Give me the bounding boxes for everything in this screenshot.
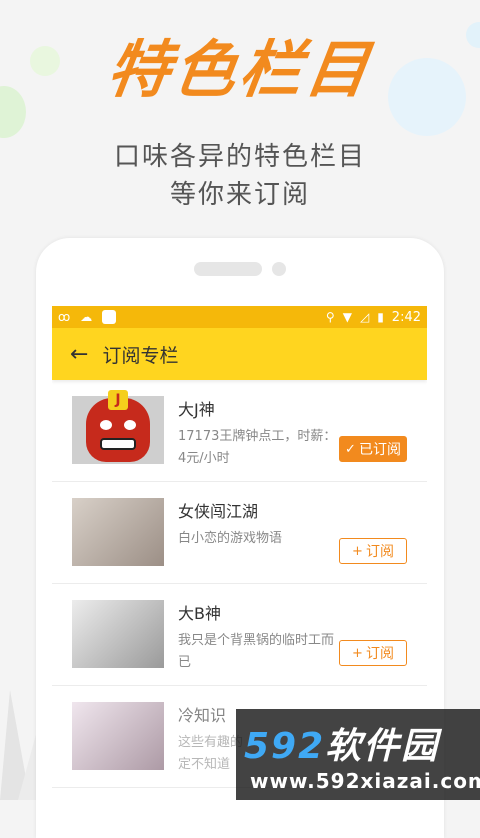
app-icon xyxy=(102,310,117,324)
app-bar: ← 订阅专栏 xyxy=(52,328,427,380)
watermark-url: www.592xiazai.com xyxy=(250,769,480,793)
button-label: 订阅 xyxy=(365,646,394,662)
item-name: 大J神 xyxy=(178,400,215,419)
no-signal-icon: ◿ xyxy=(359,310,370,324)
hero-subtitle-line2: 等你来订阅 xyxy=(169,180,310,210)
watermark: 592软件园 www.592xiazai.com xyxy=(236,709,480,800)
watermark-cn: 软件园 xyxy=(325,726,440,767)
cloud-icon: ☁ xyxy=(80,310,93,324)
list-item[interactable]: J 大J神 17173王牌钟点工，时薪：4元/小时 ✓ 已订阅 xyxy=(52,380,427,482)
arrow-left-icon[interactable]: ← xyxy=(70,342,88,367)
status-time: 2:42 xyxy=(391,309,421,325)
item-desc: 白小恋的游戏物语 xyxy=(178,531,283,546)
battery-icon: ▮ xyxy=(377,310,384,324)
subscribe-button[interactable]: + 订阅 xyxy=(339,538,407,564)
avatar: J xyxy=(72,390,164,464)
plus-icon: + xyxy=(352,543,363,559)
watermark-digits: 592 xyxy=(244,726,326,767)
item-desc: 我只是个背黑锅的临时工而已 xyxy=(178,633,335,670)
avatar xyxy=(72,498,164,566)
avatar xyxy=(72,702,164,770)
page-title: 订阅专栏 xyxy=(102,344,179,367)
item-desc: 17173王牌钟点工，时薪：4元/小时 xyxy=(178,429,337,466)
phone-camera xyxy=(272,262,286,276)
watermark-logo: 592软件园 xyxy=(244,717,480,769)
list-item[interactable]: 女侠闯江湖 白小恋的游戏物语 + 订阅 xyxy=(52,482,427,584)
subscribed-button[interactable]: ✓ 已订阅 xyxy=(339,436,407,462)
item-name: 冷知识 xyxy=(178,706,227,725)
button-label: 已订阅 xyxy=(358,442,401,458)
location-icon: ⚲ xyxy=(325,310,335,324)
phone-speaker xyxy=(194,262,262,276)
item-name: 女侠闯江湖 xyxy=(178,502,259,521)
plus-icon: + xyxy=(352,645,363,661)
button-label: 订阅 xyxy=(365,544,394,560)
hero-title: 特色栏目 xyxy=(102,33,378,106)
status-bar: ꝏ ☁ ⚲ ▼ ◿ ▮ 2:42 xyxy=(52,306,427,328)
item-name: 大B神 xyxy=(178,604,221,623)
list-item[interactable]: 大B神 我只是个背黑锅的临时工而已 + 订阅 xyxy=(52,584,427,686)
subscribe-button[interactable]: + 订阅 xyxy=(339,640,407,666)
avatar xyxy=(72,600,164,668)
wifi-icon: ▼ xyxy=(342,310,352,324)
red-mascot-icon: J xyxy=(86,390,150,462)
notification-icon: ꝏ xyxy=(58,310,71,324)
hero-subtitle-line1: 口味各异的特色栏目 xyxy=(113,142,366,172)
check-icon: ✓ xyxy=(345,441,356,457)
